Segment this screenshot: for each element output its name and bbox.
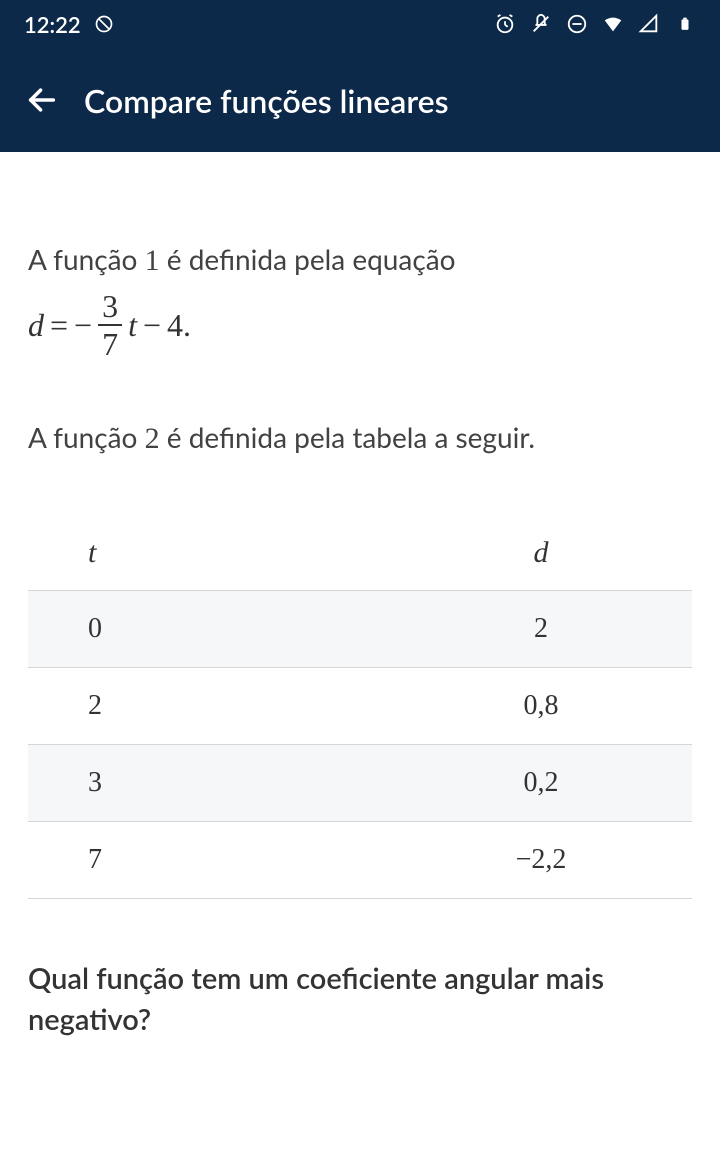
- equation: d = − 3 7 t − 4.: [28, 290, 692, 360]
- status-right: [494, 13, 696, 35]
- status-left: 12:22: [24, 11, 115, 38]
- signal-icon: [638, 13, 660, 35]
- eq-neg: −: [74, 307, 92, 344]
- wifi-icon: [602, 13, 624, 35]
- minus-circle-icon: [566, 13, 588, 35]
- back-button[interactable]: [24, 82, 60, 118]
- eq-const: 4.: [167, 307, 191, 344]
- alarm-icon: [494, 13, 516, 35]
- question-text: Qual função tem um coeficiente angular m…: [28, 959, 692, 1040]
- cell-t: 7: [28, 844, 390, 876]
- eq-var: t: [128, 307, 137, 344]
- status-time: 12:22: [24, 11, 81, 38]
- status-bar: 12:22: [0, 0, 720, 48]
- cell-d: −2,2: [390, 844, 692, 876]
- cell-t: 0: [28, 613, 390, 645]
- table-row: 2 0,8: [28, 667, 692, 744]
- col-header-d: d: [390, 536, 692, 570]
- data-table: t d 0 2 2 0,8 3 0,2 7 −2,2: [28, 516, 692, 899]
- app-header: Compare funções lineares: [0, 48, 720, 152]
- cell-d: 2: [390, 613, 692, 645]
- eq-frac-den: 7: [98, 326, 122, 360]
- table-row: 0 2: [28, 590, 692, 667]
- intro1-num: 1: [145, 244, 160, 277]
- cell-d: 0,2: [390, 767, 692, 799]
- cell-t: 3: [28, 767, 390, 799]
- content: A função 1 é definida pela equação d = −…: [0, 152, 720, 1040]
- battery-icon: [674, 13, 696, 35]
- intro2-prefix: A função: [28, 420, 145, 454]
- intro2-num: 2: [145, 422, 160, 455]
- page-title: Compare funções lineares: [84, 81, 449, 120]
- cell-t: 2: [28, 690, 390, 722]
- intro1-suffix: é definida pela equação: [160, 242, 456, 276]
- eq-frac-num: 3: [98, 290, 122, 326]
- table-row: 7 −2,2: [28, 821, 692, 899]
- intro1-prefix: A função: [28, 242, 145, 276]
- eq-equals: =: [50, 307, 68, 344]
- mute-icon: [530, 13, 552, 35]
- table-row: 3 0,2: [28, 744, 692, 821]
- dnd-icon: [93, 13, 115, 35]
- intro2-suffix: é definida pela tabela a seguir.: [160, 420, 535, 454]
- eq-fraction: 3 7: [98, 290, 122, 360]
- col-header-t: t: [28, 536, 390, 570]
- intro-1: A função 1 é definida pela equação: [28, 240, 692, 282]
- eq-minus: −: [143, 307, 161, 344]
- cell-d: 0,8: [390, 690, 692, 722]
- intro-2: A função 2 é definida pela tabela a segu…: [28, 420, 692, 456]
- eq-lhs: d: [28, 307, 44, 344]
- table-header-row: t d: [28, 516, 692, 590]
